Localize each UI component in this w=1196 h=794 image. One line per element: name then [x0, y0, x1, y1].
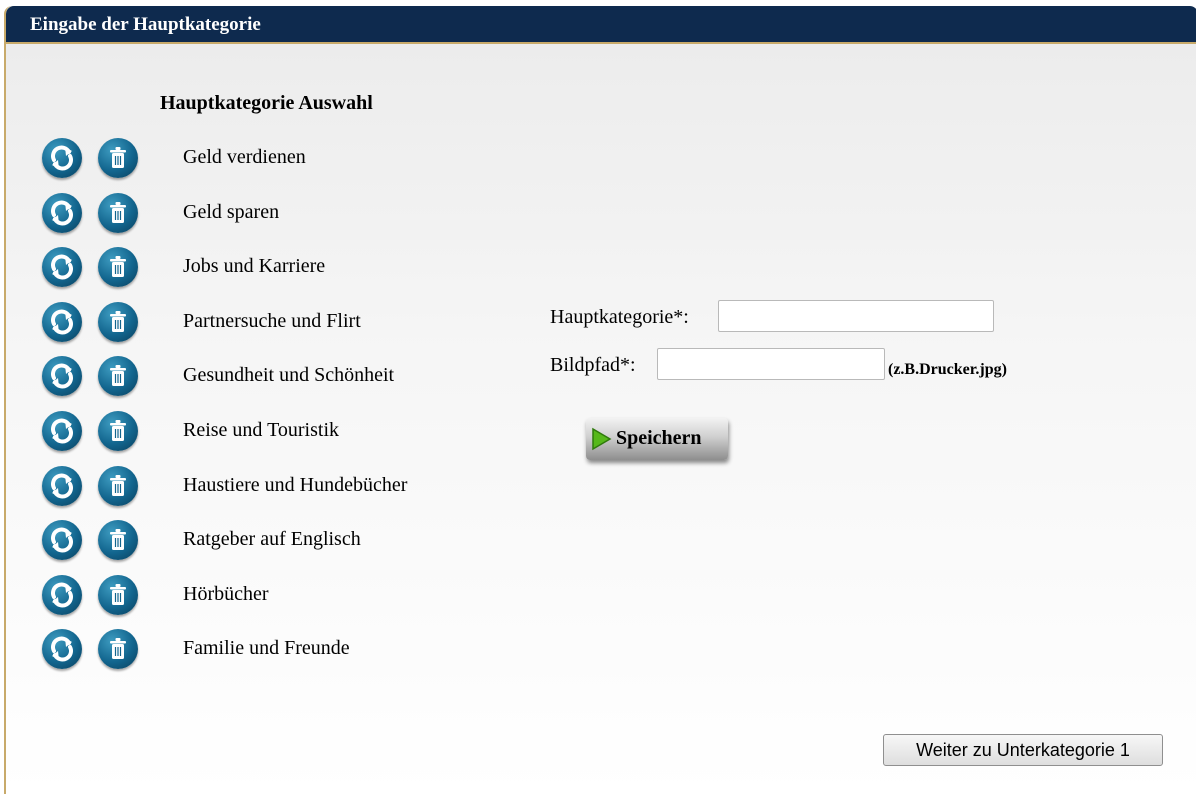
list-item: Reise und Touristik: [42, 411, 482, 451]
list-item: Familie und Freunde: [42, 629, 482, 670]
list-item: Hörbücher: [42, 574, 482, 615]
next-subcategory-button[interactable]: Weiter zu Unterkategorie 1: [883, 734, 1163, 766]
refresh-icon[interactable]: [42, 520, 82, 561]
category-item-label: Partnersuche und Flirt: [183, 309, 361, 332]
save-button[interactable]: Speichern: [586, 418, 728, 460]
category-item-label: Ratgeber auf Englisch: [183, 528, 361, 551]
category-item-label: Hörbücher: [183, 582, 269, 605]
window-title: Eingabe der Hauptkategorie: [30, 14, 261, 35]
category-item-label: Gesundheit und Schönheit: [183, 364, 395, 387]
refresh-icon[interactable]: [42, 192, 82, 233]
title-bar: Eingabe der Hauptkategorie: [6, 6, 1196, 44]
play-arrow-icon: [592, 427, 612, 451]
list-item: Partnersuche und Flirt: [42, 301, 482, 342]
category-item-label: Geld sparen: [183, 200, 280, 223]
list-item: Ratgeber auf Englisch: [42, 520, 482, 561]
refresh-icon[interactable]: [42, 247, 82, 288]
list-item: Geld sparen: [42, 192, 482, 233]
refresh-icon[interactable]: [42, 411, 82, 451]
trash-icon[interactable]: [98, 247, 138, 288]
category-input[interactable]: [718, 300, 994, 332]
main-panel: Eingabe der Hauptkategorie Hauptkategori…: [4, 6, 1196, 794]
trash-icon[interactable]: [98, 301, 138, 342]
category-item-label: Haustiere und Hundebücher: [183, 473, 408, 496]
category-label: Hauptkategorie*:: [550, 306, 689, 328]
category-item-label: Geld verdienen: [183, 146, 306, 168]
trash-icon[interactable]: [98, 629, 138, 670]
trash-icon[interactable]: [98, 356, 138, 397]
list-item: Geld verdienen: [42, 138, 482, 178]
refresh-icon[interactable]: [42, 301, 82, 342]
list-item: Gesundheit und Schönheit: [42, 356, 482, 397]
refresh-icon[interactable]: [42, 138, 82, 178]
category-item-label: Familie und Freunde: [183, 637, 350, 660]
category-item-label: Jobs und Karriere: [183, 255, 326, 278]
refresh-icon[interactable]: [42, 629, 82, 670]
image-path-label: Bildpfad*:: [550, 354, 636, 376]
list-heading: Hauptkategorie Auswahl: [160, 92, 373, 114]
trash-icon[interactable]: [98, 192, 138, 233]
image-path-input[interactable]: [657, 348, 885, 380]
list-item: Jobs und Karriere: [42, 247, 482, 288]
image-path-hint: (z.B.Drucker.jpg): [888, 361, 1007, 378]
trash-icon[interactable]: [98, 465, 138, 506]
list-item: Haustiere und Hundebücher: [42, 465, 482, 506]
trash-icon[interactable]: [98, 411, 138, 451]
save-button-label: Speichern: [616, 427, 702, 449]
refresh-icon[interactable]: [42, 465, 82, 506]
refresh-icon[interactable]: [42, 356, 82, 397]
trash-icon[interactable]: [98, 138, 138, 178]
trash-icon[interactable]: [98, 520, 138, 561]
refresh-icon[interactable]: [42, 574, 82, 615]
category-item-label: Reise und Touristik: [183, 419, 340, 441]
trash-icon[interactable]: [98, 574, 138, 615]
